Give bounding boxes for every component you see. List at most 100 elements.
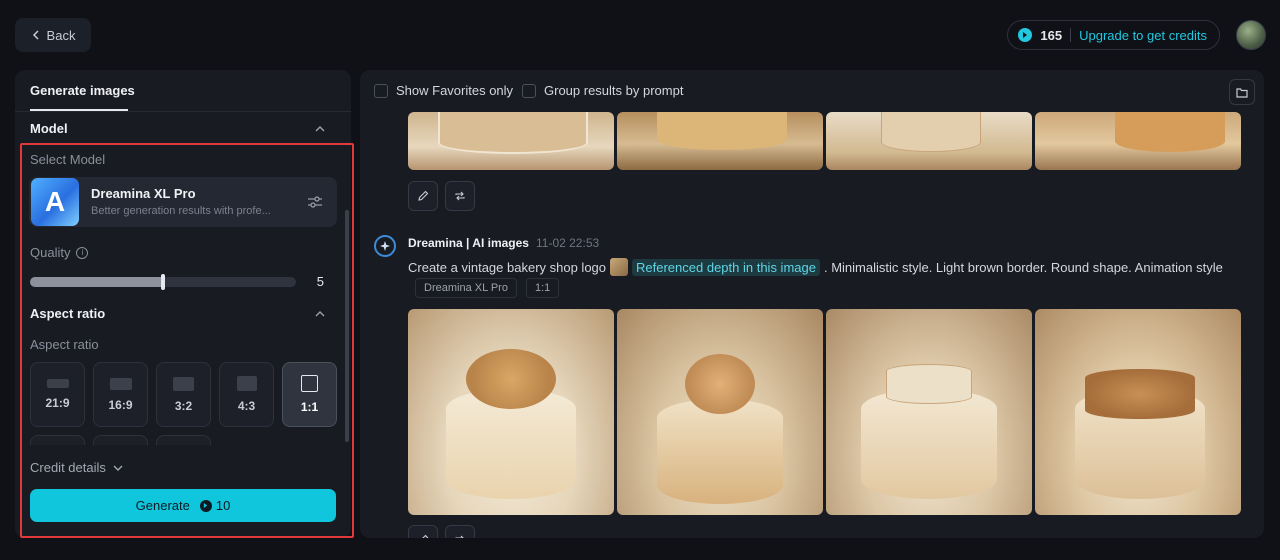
- aspect-section-title: Aspect ratio: [30, 306, 106, 321]
- generate-label: Generate: [135, 498, 190, 513]
- model-tag: Dreamina XL Pro: [415, 278, 517, 298]
- image-row-current: [408, 309, 1241, 515]
- ratio-label: 4:3: [237, 399, 256, 413]
- edit-button[interactable]: [408, 181, 438, 211]
- quality-slider[interactable]: [30, 274, 296, 290]
- generated-image[interactable]: [826, 309, 1032, 515]
- generated-image[interactable]: [1035, 112, 1241, 170]
- tab-generate-images[interactable]: Generate images: [30, 83, 135, 98]
- cake-topper: [1085, 369, 1195, 419]
- group-results-label: Group results by prompt: [544, 83, 684, 98]
- generation-time: 11-02 22:53: [536, 236, 600, 250]
- show-favorites-toggle[interactable]: Show Favorites only: [374, 83, 513, 98]
- credit-coin-icon: [199, 499, 212, 512]
- credit-details-toggle[interactable]: Credit details: [30, 460, 123, 475]
- group-results-toggle[interactable]: Group results by prompt: [522, 83, 683, 98]
- credit-coin-icon: [1018, 28, 1033, 42]
- info-icon[interactable]: i: [76, 246, 89, 259]
- image-row-previous: [408, 112, 1241, 170]
- cake-shape: [438, 112, 588, 154]
- cake-shape: [1115, 112, 1225, 152]
- repeat-icon: [455, 191, 465, 201]
- divider: [15, 111, 351, 112]
- ratio-shape-icon: [301, 375, 318, 392]
- back-label: Back: [46, 27, 76, 43]
- ratio-option[interactable]: 3:2: [156, 362, 211, 427]
- prompt-suffix: . Minimalistic style. Light brown border…: [823, 259, 1223, 275]
- chevron-left-icon: [32, 30, 39, 40]
- cake-topper: [685, 354, 755, 414]
- credits-pill[interactable]: 165 Upgrade to get credits: [1007, 20, 1220, 50]
- generation-author: Dreamina | AI images: [408, 236, 529, 250]
- ratio-option[interactable]: [93, 435, 148, 445]
- pencil-icon: [422, 534, 429, 538]
- avatar[interactable]: [1236, 20, 1266, 50]
- dreamina-logo-icon: [374, 235, 396, 257]
- select-model-label: Select Model: [30, 152, 106, 167]
- generate-cost: 10: [199, 498, 231, 513]
- regenerate-button[interactable]: [445, 181, 475, 211]
- generated-image[interactable]: [408, 309, 614, 515]
- ratio-tag: 1:1: [526, 278, 560, 298]
- ratio-shape-icon: [46, 379, 69, 388]
- slider-handle[interactable]: [161, 274, 165, 290]
- checkbox[interactable]: [522, 83, 536, 98]
- checkbox[interactable]: [374, 83, 388, 98]
- prompt-prefix: Create a vintage bakery shop logo: [408, 259, 607, 275]
- repeat-icon: [455, 535, 464, 538]
- back-button[interactable]: Back: [15, 18, 91, 52]
- show-favorites-label: Show Favorites only: [396, 83, 514, 98]
- cake-shape: [881, 112, 981, 152]
- cake-shape: [861, 389, 997, 499]
- credits-count: 165: [1040, 27, 1063, 43]
- model-section-title: Model: [30, 121, 68, 136]
- ratio-option[interactable]: 16:9: [93, 362, 148, 427]
- generated-image[interactable]: [1035, 309, 1241, 515]
- generated-image[interactable]: [617, 112, 823, 170]
- aspect-ratio-label: Aspect ratio: [30, 337, 99, 352]
- ratio-label: 1:1: [300, 400, 319, 414]
- results-panel: Show Favorites only Group results by pro…: [360, 70, 1264, 538]
- regenerate-button[interactable]: [445, 525, 475, 538]
- divider: [1070, 28, 1072, 42]
- model-name: Dreamina XL Pro: [91, 186, 196, 201]
- model-logo-icon: A: [31, 178, 79, 226]
- generated-image[interactable]: [408, 112, 614, 170]
- generate-button[interactable]: Generate 10: [30, 489, 336, 522]
- prompt-text: Create a vintage bakery shop logo Refere…: [408, 258, 1223, 276]
- folder-button[interactable]: [1229, 79, 1255, 105]
- ratio-option-selected[interactable]: 1:1: [282, 362, 337, 427]
- generate-panel: Generate images Model Select Model A Dre…: [15, 70, 351, 538]
- ratio-option[interactable]: [30, 435, 85, 445]
- generated-image[interactable]: [617, 309, 823, 515]
- ratio-option[interactable]: [156, 435, 211, 445]
- ratio-label: 21:9: [45, 396, 70, 410]
- chevron-up-icon[interactable]: [315, 124, 325, 134]
- sliders-icon[interactable]: [307, 194, 323, 210]
- ratio-option[interactable]: 21:9: [30, 362, 85, 427]
- cake-shape: [657, 112, 787, 150]
- slider-fill: [30, 277, 163, 287]
- model-selector[interactable]: A Dreamina XL Pro Better generation resu…: [29, 177, 337, 227]
- ratio-label: 16:9: [108, 397, 133, 412]
- model-description: Better generation results with profe...: [91, 205, 271, 217]
- chevron-up-icon[interactable]: [315, 309, 325, 319]
- cake-shape: [657, 399, 783, 504]
- quality-label-text: Quality: [30, 245, 71, 260]
- reference-image-thumbnail[interactable]: [610, 258, 629, 276]
- quality-value: 5: [316, 274, 324, 289]
- edit-button[interactable]: [408, 525, 438, 538]
- ratio-label: 3:2: [174, 398, 193, 413]
- generate-cost-value: 10: [215, 498, 231, 513]
- cake-topper: [466, 349, 556, 409]
- ratio-option[interactable]: 4:3: [219, 362, 274, 427]
- scrollbar[interactable]: [345, 210, 349, 442]
- credit-details-label: Credit details: [30, 460, 106, 475]
- reference-chip[interactable]: Referenced depth in this image: [632, 258, 820, 276]
- generated-image[interactable]: [826, 112, 1032, 170]
- pencil-icon: [418, 190, 429, 201]
- upgrade-link[interactable]: Upgrade to get credits: [1079, 28, 1207, 43]
- cake-topper: [886, 364, 972, 404]
- quality-label: Quality i: [30, 245, 89, 260]
- folder-icon: [1236, 87, 1248, 98]
